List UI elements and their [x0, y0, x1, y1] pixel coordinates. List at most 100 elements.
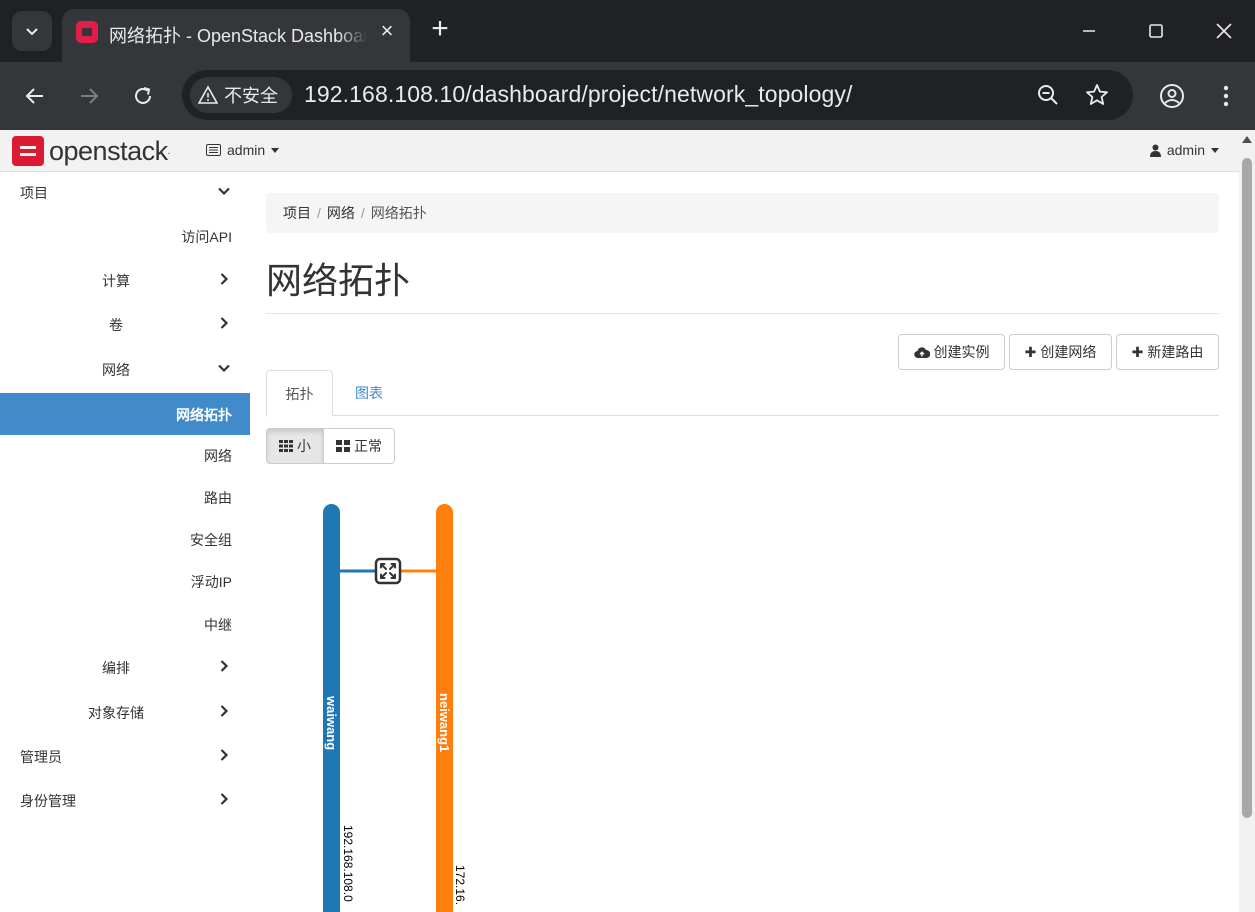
breadcrumb-item-project[interactable]: 项目	[283, 203, 311, 223]
security-label: 不安全	[224, 86, 278, 106]
sidebar-item-network-topology[interactable]: 网络拓扑	[0, 393, 250, 435]
sidebar-item-networks[interactable]: 网络	[0, 435, 250, 475]
sidebar-item-label: 编排	[102, 660, 130, 676]
create-instance-label: 创建实例	[933, 344, 990, 360]
sidebar-item-label: 计算	[102, 273, 130, 289]
sidebar-item-label: 项目	[20, 185, 48, 201]
warning-icon	[198, 85, 218, 104]
sidebar-item-label: 对象存储	[88, 705, 144, 721]
grid-small-icon	[279, 440, 293, 452]
maximize-icon	[1149, 24, 1163, 38]
page-scrollbar[interactable]	[1239, 130, 1255, 912]
sidebar-item-network[interactable]: 网络	[0, 349, 250, 389]
create-router-button[interactable]: ✚ 新建路由	[1116, 334, 1219, 370]
tab-close-icon[interactable]: ×	[375, 20, 399, 44]
sidebar-item-routers[interactable]: 路由	[0, 477, 250, 517]
account-circle-icon	[1160, 84, 1184, 108]
reload-button[interactable]	[125, 78, 161, 114]
breadcrumb-separator: /	[317, 205, 321, 221]
sidebar-item-project[interactable]: 项目	[0, 172, 250, 212]
project-dropdown[interactable]: admin	[206, 142, 280, 158]
tab-topology[interactable]: 拓扑	[266, 370, 333, 417]
reload-icon	[135, 87, 151, 104]
title-divider	[266, 313, 1219, 314]
sidebar-item-admin[interactable]: 管理员	[0, 736, 250, 776]
back-button[interactable]	[17, 78, 53, 114]
forward-button[interactable]	[71, 78, 107, 114]
network-waiwang[interactable]: waiwang 192.168.108.0	[323, 504, 355, 912]
topology-tabs: 拓扑 图表	[266, 370, 1219, 417]
caret-down-icon	[271, 147, 280, 153]
network-topology-canvas: waiwang 192.168.108.0 neiwang1 172.16.	[323, 504, 467, 912]
user-icon	[1149, 144, 1161, 157]
sidebar-item-orchestration[interactable]: 编排	[0, 647, 250, 687]
maximize-button[interactable]	[1138, 14, 1174, 48]
sidebar-item-label: 管理员	[20, 749, 62, 765]
tab-search-button[interactable]	[12, 11, 52, 51]
chevron-right-icon	[220, 705, 229, 717]
address-bar[interactable]: 不安全 192.168.108.10/dashboard/project/net…	[182, 70, 1133, 120]
sidebar-item-volumes[interactable]: 卷	[0, 304, 250, 344]
cloud-upload-icon	[913, 346, 930, 358]
bookmark-star-icon[interactable]	[1084, 82, 1110, 108]
chevron-right-icon	[220, 793, 229, 805]
view-size-toggle: 小 正常	[266, 428, 395, 464]
tab-graph[interactable]: 图表	[341, 370, 397, 416]
sidebar-item-api-access[interactable]: 访问API	[0, 216, 250, 256]
sidebar-item-label: 安全组	[190, 532, 232, 548]
create-network-button[interactable]: ✚ 创建网络	[1009, 334, 1112, 370]
normal-view-button[interactable]: 正常	[324, 428, 395, 464]
close-icon	[1216, 23, 1232, 39]
small-view-label: 小	[297, 438, 311, 454]
arrow-right-icon	[81, 88, 99, 104]
network-neiwang1[interactable]: neiwang1 172.16.	[436, 504, 467, 912]
security-indicator[interactable]: 不安全	[190, 77, 292, 113]
scrollbar-thumb[interactable]	[1242, 158, 1252, 818]
sidebar-item-security-groups[interactable]: 安全组	[0, 519, 250, 559]
chevron-right-icon	[220, 317, 229, 329]
create-router-label: 新建路由	[1147, 344, 1204, 360]
breadcrumb-item-current: 网络拓扑	[370, 205, 427, 221]
new-tab-button[interactable]: +	[424, 14, 456, 46]
page-viewport: openstack. admin admin 项目 访问API 计算 卷 网络 …	[0, 130, 1239, 912]
minimize-button[interactable]	[1071, 14, 1107, 48]
tab-title: 网络拓扑 - OpenStack Dashboard	[109, 22, 367, 48]
sidebar-item-trunks[interactable]: 中继	[0, 604, 250, 644]
close-window-button[interactable]	[1206, 14, 1242, 48]
zoom-icon[interactable]	[1035, 82, 1061, 108]
sidebar-item-object-store[interactable]: 对象存储	[0, 692, 250, 732]
network-cidr-waiwang: 192.168.108.0	[341, 825, 355, 902]
sidebar-item-label: 网络	[102, 362, 130, 378]
arrow-left-icon	[25, 88, 43, 104]
chevron-right-icon	[220, 273, 229, 285]
openstack-logo[interactable]: openstack.	[12, 135, 170, 167]
scroll-up-arrow-icon[interactable]	[1242, 136, 1252, 143]
chevron-down-icon	[218, 364, 230, 373]
sidebar-item-identity[interactable]: 身份管理	[0, 780, 250, 820]
user-dropdown[interactable]: admin	[1149, 142, 1219, 158]
browser-menu-button[interactable]	[1208, 78, 1244, 114]
openstack-logo-icon	[12, 136, 44, 166]
user-label: admin	[1166, 142, 1205, 158]
sidebar-item-compute[interactable]: 计算	[0, 260, 250, 300]
network-name-waiwang: waiwang	[324, 695, 339, 750]
sidebar: 项目 访问API 计算 卷 网络 网络拓扑 网络 路由 安全组 浮动IP 中继 …	[0, 172, 250, 912]
create-instance-button[interactable]: 创建实例	[898, 334, 1005, 370]
sidebar-item-label: 中继	[204, 617, 232, 633]
network-name-neiwang1: neiwang1	[437, 693, 452, 752]
sidebar-item-label: 网络	[204, 448, 232, 464]
chevron-right-icon	[220, 660, 229, 672]
browser-tabbar: 网络拓扑 - OpenStack Dashboard × +	[0, 0, 1255, 62]
browser-tab-active[interactable]: 网络拓扑 - OpenStack Dashboard ×	[62, 9, 410, 62]
sidebar-item-label: 路由	[204, 490, 232, 506]
breadcrumb-item-network[interactable]: 网络	[327, 203, 355, 223]
more-vert-icon	[1223, 85, 1229, 107]
chevron-down-icon	[26, 28, 38, 36]
small-view-button[interactable]: 小	[266, 428, 324, 464]
router-icon[interactable]	[374, 557, 402, 585]
sidebar-item-floating-ips[interactable]: 浮动IP	[0, 561, 250, 601]
plus-icon: ✚	[1131, 343, 1144, 360]
plus-icon: ✚	[1024, 343, 1037, 360]
sidebar-item-label: 卷	[109, 317, 123, 333]
profile-button[interactable]	[1154, 78, 1190, 114]
